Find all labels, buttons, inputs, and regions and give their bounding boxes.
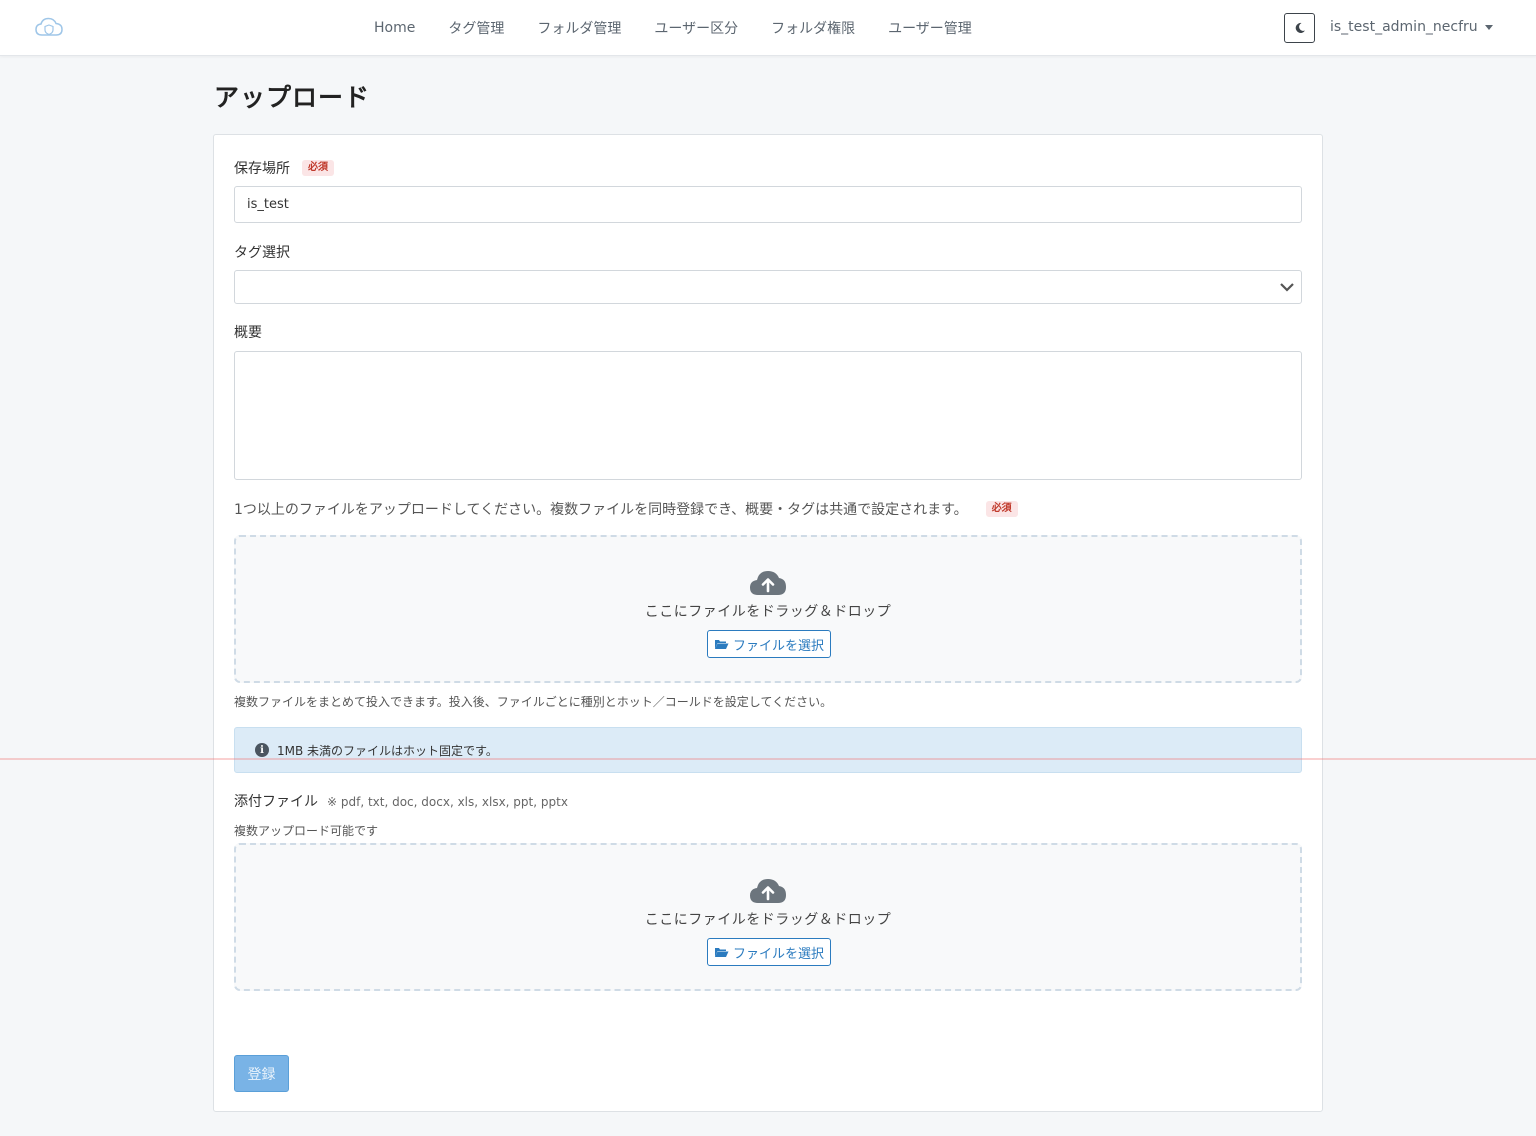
folder-open-icon <box>714 640 729 649</box>
attachment-note: 複数アップロード可能です <box>234 824 379 838</box>
cloud-logo-icon[interactable] <box>34 15 64 41</box>
attachment-label: 添付ファイル ※ pdf, txt, doc, docx, xls, xlsx,… <box>234 791 568 811</box>
location-label-text: 保存場所 <box>234 161 290 177</box>
user-menu-dropdown[interactable]: is_test_admin_necfru <box>1330 19 1493 35</box>
theme-toggle-button[interactable] <box>1284 13 1315 43</box>
upload-hint-text: 1つ以上のファイルをアップロードしてください。複数ファイルを同時登録でき、概要・… <box>234 502 968 518</box>
attachment-types: ※ pdf, txt, doc, docx, xls, xlsx, ppt, p… <box>327 795 568 809</box>
location-input[interactable]: is_test <box>234 186 1302 223</box>
required-badge-upload: 必須 <box>985 501 1018 517</box>
attachment-dropzone[interactable]: ここにファイルをドラッグ＆ドロップ ファイルを選択 <box>234 843 1302 991</box>
navbar: Home タグ管理 フォルダ管理 ユーザー区分 フォルダ権限 ユーザー管理 is… <box>0 0 1536 56</box>
main-nav: Home タグ管理 フォルダ管理 ユーザー区分 フォルダ権限 ユーザー管理 <box>374 0 1005 56</box>
upload-form-card: 保存場所 必須 is_test タグ選択 概要 1つ以上のファイルをアップロード… <box>213 134 1323 1112</box>
chevron-down-icon <box>1280 283 1294 292</box>
user-name: is_test_admin_necfru <box>1330 19 1478 35</box>
nav-folder-permissions[interactable]: フォルダ権限 <box>771 18 855 38</box>
select-file-button[interactable]: ファイルを選択 <box>707 630 831 658</box>
select-file-label: ファイルを選択 <box>732 946 824 962</box>
cloud-upload-icon <box>750 571 786 595</box>
folder-open-icon <box>714 948 729 957</box>
moon-icon <box>1295 22 1305 33</box>
nav-user-category[interactable]: ユーザー区分 <box>654 18 738 38</box>
nav-home[interactable]: Home <box>374 20 415 36</box>
dropzone-text: ここにファイルをドラッグ＆ドロップ <box>644 912 892 928</box>
select-file-label: ファイルを選択 <box>732 638 824 654</box>
dropzone-text: ここにファイルをドラッグ＆ドロップ <box>644 604 892 620</box>
info-alert-text: 1MB 未満のファイルはホット固定です。 <box>277 743 498 758</box>
required-badge: 必須 <box>302 160 334 176</box>
tag-label: タグ選択 <box>234 245 290 261</box>
location-label: 保存場所 必須 <box>234 158 334 178</box>
select-attachment-button[interactable]: ファイルを選択 <box>707 938 831 966</box>
nav-folder-management[interactable]: フォルダ管理 <box>537 18 621 38</box>
bulk-upload-note: 複数ファイルをまとめて投入できます。投入後、ファイルごとに種別とホット／コールド… <box>234 695 833 709</box>
caret-down-icon <box>1484 24 1493 30</box>
page-title: アップロード <box>214 83 371 112</box>
cloud-upload-icon <box>750 879 786 903</box>
divider-line <box>0 758 1536 760</box>
tag-select[interactable] <box>234 270 1302 304</box>
file-dropzone[interactable]: ここにファイルをドラッグ＆ドロップ ファイルを選択 <box>234 535 1302 683</box>
info-icon: i <box>255 743 269 757</box>
nav-tag-management[interactable]: タグ管理 <box>448 18 504 38</box>
submit-button[interactable]: 登録 <box>234 1055 289 1092</box>
summary-textarea[interactable] <box>234 351 1302 480</box>
info-alert: i 1MB 未満のファイルはホット固定です。 <box>234 727 1302 773</box>
upload-hint: 1つ以上のファイルをアップロードしてください。複数ファイルを同時登録でき、概要・… <box>234 499 1018 519</box>
summary-label: 概要 <box>234 325 262 341</box>
attachment-label-text: 添付ファイル <box>234 794 318 810</box>
nav-user-management[interactable]: ユーザー管理 <box>888 18 972 38</box>
